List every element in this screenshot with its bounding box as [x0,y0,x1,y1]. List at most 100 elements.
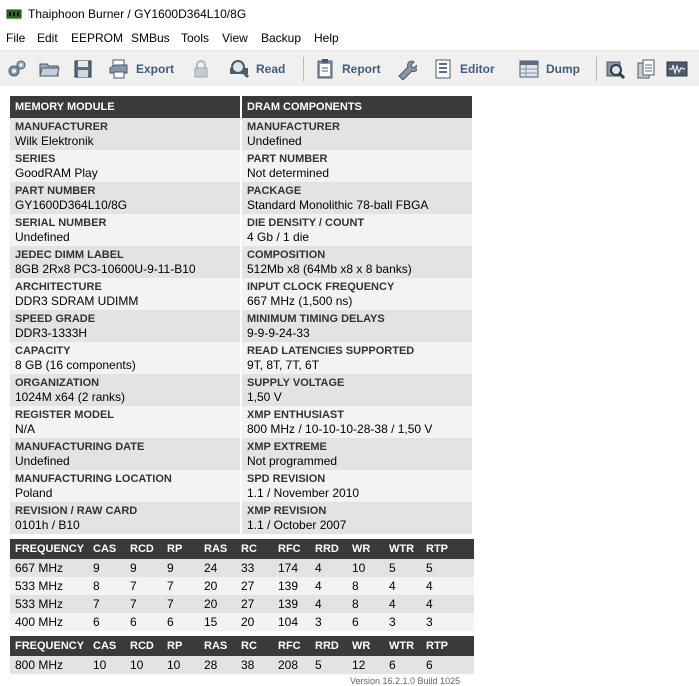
xmp-timing-cell: 28 [204,658,218,672]
read-button[interactable]: Read [228,56,285,82]
jedec-timing-cell: 4 [426,579,433,593]
menu-help[interactable]: Help [314,31,339,45]
hex-grid-icon [519,60,539,78]
open-button[interactable] [38,56,60,82]
module-field-label: MANUFACTURING LOCATION [15,473,172,485]
toolbar: Export Read Report Editor Dump [0,50,699,86]
jedec-timing-cell: 7 [167,579,174,593]
jedec-timing-cell: 6 [167,615,174,629]
dump-button[interactable]: Dump [518,56,580,82]
xmp-timing-cell: 10 [130,658,144,672]
jedec-timing-cell: 139 [278,579,299,593]
xmp-timing-row: 800 MHz 10 10 10 28 38 208 5 12 6 6 [10,656,474,674]
module-info-cell: REVISION / RAW CARD 0101h / B10 [10,502,242,534]
copy-button[interactable] [635,56,657,82]
jedec-timing-cell: 139 [278,597,299,611]
dram-field-label: SPD REVISION [247,473,326,485]
jedec-timing-cell: 6 [93,615,100,629]
dram-field-label: XMP ENTHUSIAST [247,409,344,421]
dram-field-label: INPUT CLOCK FREQUENCY [247,281,395,293]
editor-button[interactable]: Editor [432,56,495,82]
dram-field-value: 667 MHz (1,500 ns) [247,294,353,308]
magnifier-chip-icon [230,60,250,79]
menu-backup[interactable]: Backup [261,31,301,45]
module-field-label: SPEED GRADE [15,313,96,325]
menu-smbus[interactable]: SMBus [131,31,170,45]
module-field-value: Poland [15,486,53,500]
export-button[interactable]: Export [108,56,174,82]
dram-field-label: SUPPLY VOLTAGE [247,377,345,389]
report-area: MEMORY MODULE DRAM COMPONENTS MANUFACTUR… [0,86,699,686]
jedec-timing-cell: 5 [426,561,433,575]
save-button[interactable] [72,56,94,82]
oscilloscope-icon [666,61,688,77]
xmp-timing-cell: 800 MHz [15,658,64,672]
jedec-timing-header-cell: WR [352,543,371,555]
search-chip-icon [606,61,626,80]
dram-info-cell: XMP ENTHUSIAST 800 MHz / 10-10-10-28-38 /… [242,406,474,438]
jedec-timing-row: 400 MHz 6 6 6 15 20 104 3 6 3 3 [10,613,474,631]
dram-info-cell: DIE DENSITY / COUNT 4 Gb / 1 die [242,214,474,246]
jedec-timing-cell: 10 [352,561,366,575]
module-field-label: JEDEC DIMM LABEL [15,249,124,261]
xmp-timing-header-cell: RP [167,640,183,652]
module-field-value: Wilk Elektronik [15,134,94,148]
xmp-timings-table: FREQUENCY CAS RCD RP RAS RC RFC RRD WR WTR RTP 800… [10,636,474,674]
xmp-timing-header-cell: RC [241,640,257,652]
menu-edit[interactable]: Edit [37,31,58,45]
jedec-timing-header-cell: RFC [278,543,301,555]
module-info-cell: ORGANIZATION 1024M x64 (2 ranks) [10,374,242,406]
dram-field-label: PACKAGE [247,185,302,197]
xmp-timing-header-cell: WTR [389,640,415,652]
dram-field-value: Not determined [247,166,330,180]
dram-field-label: MINIMUM TIMING DELAYS [247,313,385,325]
jedec-timing-cell: 6 [130,615,137,629]
module-info-cell: ARCHITECTURE DDR3 SDRAM UDIMM [10,278,242,310]
printer-icon [109,59,128,79]
jedec-timing-cell: 8 [352,597,359,611]
dram-field-label: XMP REVISION [247,505,327,517]
jedec-timing-cell: 7 [167,597,174,611]
dram-info-cell: COMPOSITION 512Mb x8 (64Mb x8 x 8 banks) [242,246,474,278]
dram-field-value: 1.1 / November 2010 [247,486,360,500]
menu-eeprom[interactable]: EEPROM [71,31,123,45]
search-dump-button[interactable] [604,56,626,82]
jedec-timing-row: 667 MHz 9 9 9 24 33 174 4 10 5 5 [10,559,474,577]
jedec-timing-cell: 9 [93,561,100,575]
waveform-button[interactable] [666,56,688,82]
lock-button[interactable] [190,56,212,82]
settings-button[interactable] [6,56,28,82]
jedec-timing-cell: 15 [204,615,218,629]
wrench-icon [398,60,417,80]
jedec-timing-cell: 533 MHz [15,579,64,593]
dram-info-cell: SPD REVISION 1.1 / November 2010 [242,470,474,502]
dram-info-cell: MINIMUM TIMING DELAYS 9-9-9-24-33 [242,310,474,342]
menu-file[interactable]: File [6,31,25,45]
jedec-timing-cell: 3 [426,615,433,629]
dram-field-value: Not programmed [247,454,338,468]
dram-field-value: Standard Monolithic 78-ball FBGA [247,198,429,212]
jedec-timing-cell: 4 [389,579,396,593]
jedec-timing-cell: 20 [204,597,218,611]
dram-info-cell: PART NUMBER Not determined [242,150,474,182]
tools-button[interactable] [395,56,417,82]
menu-bar: File Edit EEPROM SMBus Tools View Backup… [0,28,699,49]
jedec-timing-cell: 4 [315,579,322,593]
memory-module-header: MEMORY MODULE [10,96,242,118]
module-field-value: Undefined [15,454,70,468]
lock-icon [194,60,208,78]
jedec-timing-cell: 6 [352,615,359,629]
jedec-timing-row: 533 MHz 8 7 7 20 27 139 4 8 4 4 [10,577,474,595]
dram-field-value: 512Mb x8 (64Mb x8 x 8 banks) [247,262,412,276]
module-field-value: 0101h / B10 [15,518,80,532]
dram-field-label: COMPOSITION [247,249,326,261]
jedec-timing-header-cell: RP [167,543,183,555]
report-button[interactable]: Report [314,56,381,82]
jedec-timings-rows: 667 MHz 9 9 9 24 33 174 4 10 5 5 533 MHz 8 7 7 20 27 139 4… [10,559,474,631]
menu-tools[interactable]: Tools [181,31,209,45]
jedec-timing-cell: 9 [130,561,137,575]
info-row: REGISTER MODEL N/A XMP ENTHUSIAST 800 MHz /… [10,406,474,438]
dram-field-label: PART NUMBER [247,153,328,165]
menu-view[interactable]: View [222,31,248,45]
dram-field-label: DIE DENSITY / COUNT [247,217,365,229]
